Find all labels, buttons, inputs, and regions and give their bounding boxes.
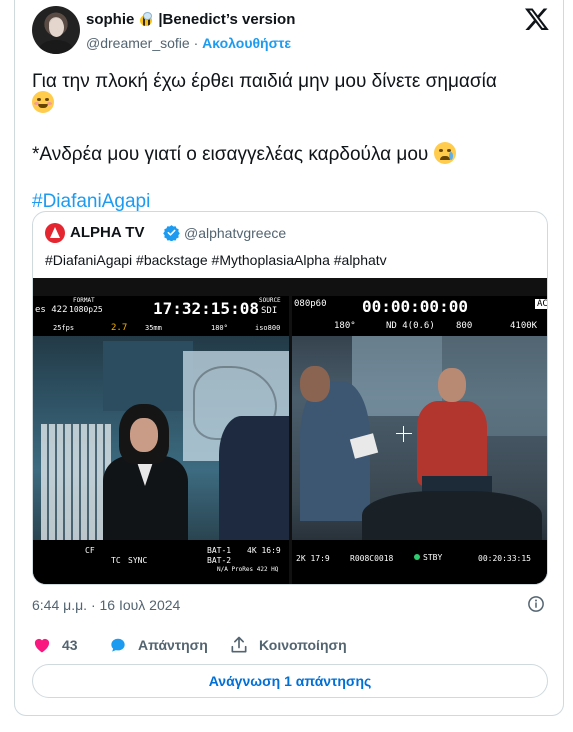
share-button[interactable]: Κοινοποίηση [229,635,347,655]
hud-rec: 4K 16:9 [247,546,281,555]
reply-bubble-icon [111,638,125,652]
reply-label: Απάντηση [138,637,208,653]
author-avatar[interactable] [32,6,80,54]
paper-prop [349,433,379,459]
hud-r-ac: AC [535,299,548,309]
hud-r-format: 080p60 [294,299,327,309]
hud-r-lens-info: 2K 17:9 [296,554,330,563]
like-button[interactable]: 43 [32,635,78,655]
verified-badge-icon [163,225,180,241]
avatar-face [49,18,64,37]
crosshair-icon [396,426,412,442]
tweet-line1-text: Για την πλοκή έχω έρθει παιδιά μην μου δ… [32,71,497,92]
hud-cf: CF [85,546,95,555]
quoted-author-name: ALPHA TV [70,224,145,241]
hud-iso: iso800 [255,324,281,332]
avatar-body [39,40,73,54]
hud-timecode: 17:32:15:08 [153,299,259,318]
bee-icon [138,11,154,28]
hud-shutter: 180° [211,324,228,332]
tweet-line2-text: *Ανδρέα μου γιατί ο εισαγγελέας καρδούλα… [32,144,429,165]
hud-r-nd: ND 4(0.6) [386,321,435,331]
handle-separator: · [193,35,199,51]
hud-r-timecode: 00:00:00:00 [362,297,468,316]
blushing-face-emoji-icon [32,91,54,113]
binder-shelf [41,424,111,544]
camera-hud-bottom-left: CF TC SYNC BAT-1 BAT-2 4K 16:9 N/A ProRe… [33,540,289,584]
actor-body [219,416,289,546]
face-holding-back-tears-emoji-icon [433,142,456,164]
hud-format-label: FORMAT [73,297,95,304]
info-icon[interactable] [527,595,545,613]
hud-bat2: BAT-2 [207,556,232,565]
hud-sync: SYNC [128,556,148,565]
camera-hud-bottom-right: 2K 17:9 R008C0018 STBY 00:20:33:15 [292,540,547,584]
camera-hud-top-left: FORMAT 1080p25 es 422 17:32:15:08 SOURCE… [33,296,289,336]
quoted-tweet[interactable]: ALPHA TV @alphatvgreece #DiafaniAgapi #b… [32,211,548,585]
actress-face [130,418,158,452]
hud-lens: 35mm [145,324,162,332]
tweet-timestamp[interactable]: 6:44 μ.μ. · 16 Ιουλ 2024 [32,597,180,613]
backstage-image-left[interactable]: FORMAT 1080p25 es 422 17:32:15:08 SOURCE… [33,296,289,584]
hud-r-status-text: STBY [423,553,443,562]
author-name-suffix[interactable]: |Benedict’s version [158,11,295,28]
quoted-media[interactable]: FORMAT 1080p25 es 422 17:32:15:08 SOURCE… [33,278,548,584]
quoted-author-handle: @alphatvgreece [184,225,287,241]
hud-r-shutter: 180° [334,321,356,331]
tweet-text-line-1: Για την πλοκή έχω έρθει παιδιά μην μου δ… [32,70,497,94]
x-logo-icon[interactable] [524,6,550,32]
share-label: Κοινοποίηση [259,637,347,653]
camera-hud-top-right: 080p60 00:00:00:00 AC 180° ND 4(0.6) 800… [292,296,548,336]
author-handle-row: @dreamer_sofie · Ακολουθήστε [86,35,291,51]
actor-right-head [438,368,466,402]
hud-r-iso: 800 [456,321,473,331]
hud-bat1: BAT-1 [207,546,232,555]
author-name-row[interactable]: sophie |Benedict’s version [86,11,295,28]
hud-r-tc-bottom: 00:20:33:15 [478,554,531,563]
reply-button[interactable]: Απάντηση [108,635,208,655]
alpha-tv-logo-icon [45,223,65,243]
hud-r-status: STBY [414,553,442,562]
tweet-card: sophie |Benedict’s version @dreamer_sofi… [14,0,564,716]
author-handle[interactable]: @dreamer_sofie [86,35,190,51]
hud-aperture: 2.7 [111,323,128,333]
actor-right-body [417,401,487,486]
actor-left-head [300,366,330,402]
office-board [103,341,193,411]
hud-fps: 25fps [53,324,75,332]
tweet-text-line-2: *Ανδρέα μου γιατί ο εισαγγελέας καρδούλα… [32,142,456,167]
like-count: 43 [62,637,78,653]
standby-dot-icon [414,554,420,560]
hud-source-value: SDI [261,306,278,316]
read-replies-button[interactable]: Ανάγνωση 1 απάντησης [32,664,548,698]
hud-r-wb: 4100K [510,321,538,331]
heart-icon [34,638,50,653]
hud-r-clip: R008C0018 [350,554,394,563]
follow-button[interactable]: Ακολουθήστε [202,35,291,51]
backstage-image-right[interactable]: 080p60 00:00:00:00 AC 180° ND 4(0.6) 800… [292,296,548,584]
hud-format-value: 1080p25 [69,305,103,314]
quoted-tags: #DiafaniAgapi #backstage #MythoplasiaAlp… [45,252,387,268]
author-display-name[interactable]: sophie [86,11,134,28]
hud-source-label: SOURCE [259,297,281,304]
tweet-actions: 43 Απάντηση Κοινοποίηση [32,635,532,655]
share-upload-icon [231,636,247,653]
tweet-text-line-1-emoji [32,91,54,116]
hud-codec: es 422 [35,305,68,315]
hud-tc: TC [111,556,121,565]
hud-prores: N/A ProRes 422 HQ [217,566,279,573]
